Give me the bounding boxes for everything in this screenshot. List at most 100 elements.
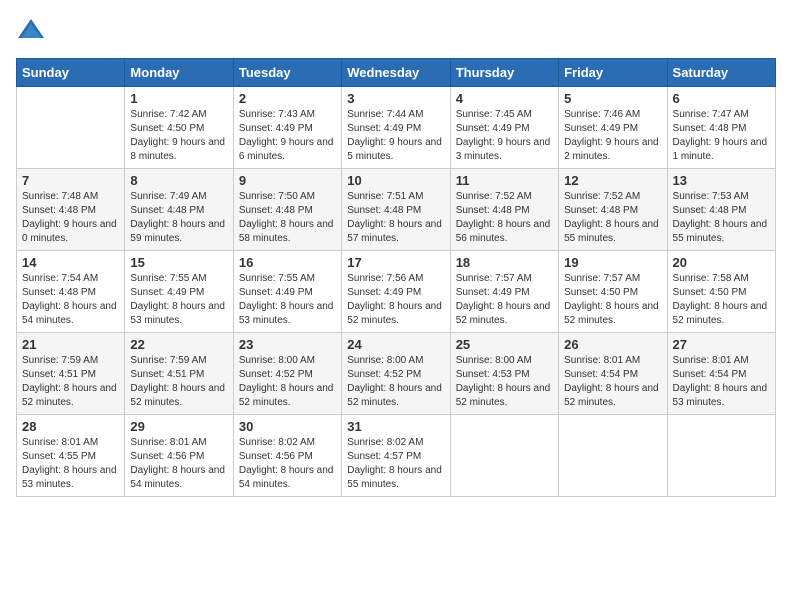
calendar-cell: 20 Sunrise: 7:58 AMSunset: 4:50 PMDayligh… <box>667 251 775 333</box>
calendar-week-2: 14 Sunrise: 7:54 AMSunset: 4:48 PMDayligh… <box>17 251 776 333</box>
day-number: 22 <box>130 337 227 352</box>
calendar-cell: 12 Sunrise: 7:52 AMSunset: 4:48 PMDayligh… <box>559 169 667 251</box>
day-info: Sunrise: 8:02 AMSunset: 4:57 PMDaylight:… <box>347 436 444 492</box>
day-info: Sunrise: 7:47 AMSunset: 4:48 PMDaylight:… <box>673 108 770 164</box>
logo-icon <box>16 16 46 46</box>
day-info: Sunrise: 7:44 AMSunset: 4:49 PMDaylight:… <box>347 108 444 164</box>
calendar-cell: 11 Sunrise: 7:52 AMSunset: 4:48 PMDayligh… <box>450 169 558 251</box>
day-number: 30 <box>239 419 336 434</box>
day-info: Sunrise: 8:01 AMSunset: 4:56 PMDaylight:… <box>130 436 227 492</box>
day-info: Sunrise: 7:53 AMSunset: 4:48 PMDaylight:… <box>673 190 770 246</box>
calendar-cell: 13 Sunrise: 7:53 AMSunset: 4:48 PMDayligh… <box>667 169 775 251</box>
day-number: 28 <box>22 419 119 434</box>
day-number: 5 <box>564 91 661 106</box>
calendar-cell: 25 Sunrise: 8:00 AMSunset: 4:53 PMDayligh… <box>450 333 558 415</box>
day-number: 17 <box>347 255 444 270</box>
calendar-cell: 27 Sunrise: 8:01 AMSunset: 4:54 PMDayligh… <box>667 333 775 415</box>
day-info: Sunrise: 7:52 AMSunset: 4:48 PMDaylight:… <box>564 190 661 246</box>
day-number: 12 <box>564 173 661 188</box>
calendar-cell: 16Sunrise: 7:55 AMSunset: 4:49 PMDayligh… <box>233 251 341 333</box>
day-number: 14 <box>22 255 119 270</box>
day-info: Sunrise: 7:58 AMSunset: 4:50 PMDaylight:… <box>673 272 770 328</box>
day-number: 29 <box>130 419 227 434</box>
calendar-cell: 3 Sunrise: 7:44 AMSunset: 4:49 PMDaylight… <box>342 87 450 169</box>
day-info: Sunrise: 8:01 AMSunset: 4:55 PMDaylight:… <box>22 436 119 492</box>
day-info: Sunrise: 7:54 AMSunset: 4:48 PMDaylight:… <box>22 272 119 328</box>
calendar-cell: 29 Sunrise: 8:01 AMSunset: 4:56 PMDayligh… <box>125 415 233 497</box>
day-info: Sunrise: 8:00 AMSunset: 4:52 PMDaylight:… <box>347 354 444 410</box>
page-header <box>16 16 776 46</box>
day-number: 11 <box>456 173 553 188</box>
day-number: 2 <box>239 91 336 106</box>
calendar-cell <box>559 415 667 497</box>
day-number: 7 <box>22 173 119 188</box>
calendar-cell: 6Sunrise: 7:47 AMSunset: 4:48 PMDaylight… <box>667 87 775 169</box>
day-number: 24 <box>347 337 444 352</box>
day-info: Sunrise: 7:57 AMSunset: 4:49 PMDaylight:… <box>456 272 553 328</box>
calendar-cell: 8 Sunrise: 7:49 AMSunset: 4:48 PMDaylight… <box>125 169 233 251</box>
calendar-cell: 28 Sunrise: 8:01 AMSunset: 4:55 PMDayligh… <box>17 415 125 497</box>
day-info: Sunrise: 7:48 AMSunset: 4:48 PMDaylight:… <box>22 190 119 246</box>
header-day-wednesday: Wednesday <box>342 59 450 87</box>
day-number: 20 <box>673 255 770 270</box>
day-info: Sunrise: 7:49 AMSunset: 4:48 PMDaylight:… <box>130 190 227 246</box>
day-info: Sunrise: 7:59 AMSunset: 4:51 PMDaylight:… <box>130 354 227 410</box>
day-info: Sunrise: 7:59 AMSunset: 4:51 PMDaylight:… <box>22 354 119 410</box>
day-info: Sunrise: 8:02 AMSunset: 4:56 PMDaylight:… <box>239 436 336 492</box>
calendar-cell: 30 Sunrise: 8:02 AMSunset: 4:56 PMDayligh… <box>233 415 341 497</box>
day-number: 25 <box>456 337 553 352</box>
day-info: Sunrise: 7:52 AMSunset: 4:48 PMDaylight:… <box>456 190 553 246</box>
calendar-week-1: 7 Sunrise: 7:48 AMSunset: 4:48 PMDaylight… <box>17 169 776 251</box>
day-info: Sunrise: 8:00 AMSunset: 4:53 PMDaylight:… <box>456 354 553 410</box>
day-number: 26 <box>564 337 661 352</box>
calendar-cell: 22 Sunrise: 7:59 AMSunset: 4:51 PMDayligh… <box>125 333 233 415</box>
day-number: 3 <box>347 91 444 106</box>
day-info: Sunrise: 8:01 AMSunset: 4:54 PMDaylight:… <box>673 354 770 410</box>
day-number: 15 <box>130 255 227 270</box>
calendar-cell: 23Sunrise: 8:00 AMSunset: 4:52 PMDayligh… <box>233 333 341 415</box>
calendar-cell <box>450 415 558 497</box>
calendar-table: SundayMondayTuesdayWednesdayThursdayFrid… <box>16 58 776 497</box>
calendar-cell: 2Sunrise: 7:43 AMSunset: 4:49 PMDaylight… <box>233 87 341 169</box>
day-number: 18 <box>456 255 553 270</box>
day-number: 31 <box>347 419 444 434</box>
day-number: 27 <box>673 337 770 352</box>
day-number: 4 <box>456 91 553 106</box>
day-number: 9 <box>239 173 336 188</box>
day-info: Sunrise: 7:57 AMSunset: 4:50 PMDaylight:… <box>564 272 661 328</box>
calendar-cell: 15 Sunrise: 7:55 AMSunset: 4:49 PMDayligh… <box>125 251 233 333</box>
day-number: 8 <box>130 173 227 188</box>
day-number: 19 <box>564 255 661 270</box>
calendar-week-4: 28 Sunrise: 8:01 AMSunset: 4:55 PMDayligh… <box>17 415 776 497</box>
day-info: Sunrise: 7:45 AMSunset: 4:49 PMDaylight:… <box>456 108 553 164</box>
calendar-cell <box>667 415 775 497</box>
day-number: 23 <box>239 337 336 352</box>
calendar-cell: 4 Sunrise: 7:45 AMSunset: 4:49 PMDaylight… <box>450 87 558 169</box>
calendar-cell: 26 Sunrise: 8:01 AMSunset: 4:54 PMDayligh… <box>559 333 667 415</box>
calendar-cell: 9Sunrise: 7:50 AMSunset: 4:48 PMDaylight… <box>233 169 341 251</box>
day-number: 1 <box>130 91 227 106</box>
calendar-cell: 5 Sunrise: 7:46 AMSunset: 4:49 PMDaylight… <box>559 87 667 169</box>
calendar-cell: 21Sunrise: 7:59 AMSunset: 4:51 PMDayligh… <box>17 333 125 415</box>
calendar-cell: 1 Sunrise: 7:42 AMSunset: 4:50 PMDaylight… <box>125 87 233 169</box>
day-number: 13 <box>673 173 770 188</box>
calendar-cell: 18 Sunrise: 7:57 AMSunset: 4:49 PMDayligh… <box>450 251 558 333</box>
calendar-cell: 24 Sunrise: 8:00 AMSunset: 4:52 PMDayligh… <box>342 333 450 415</box>
header-day-tuesday: Tuesday <box>233 59 341 87</box>
header-day-thursday: Thursday <box>450 59 558 87</box>
day-info: Sunrise: 7:46 AMSunset: 4:49 PMDaylight:… <box>564 108 661 164</box>
day-info: Sunrise: 7:42 AMSunset: 4:50 PMDaylight:… <box>130 108 227 164</box>
day-info: Sunrise: 7:51 AMSunset: 4:48 PMDaylight:… <box>347 190 444 246</box>
header-day-friday: Friday <box>559 59 667 87</box>
header-day-saturday: Saturday <box>667 59 775 87</box>
calendar-week-0: 1 Sunrise: 7:42 AMSunset: 4:50 PMDaylight… <box>17 87 776 169</box>
calendar-week-3: 21Sunrise: 7:59 AMSunset: 4:51 PMDayligh… <box>17 333 776 415</box>
day-info: Sunrise: 8:01 AMSunset: 4:54 PMDaylight:… <box>564 354 661 410</box>
calendar-cell: 17Sunrise: 7:56 AMSunset: 4:49 PMDayligh… <box>342 251 450 333</box>
day-number: 10 <box>347 173 444 188</box>
calendar-cell <box>17 87 125 169</box>
day-info: Sunrise: 7:55 AMSunset: 4:49 PMDaylight:… <box>130 272 227 328</box>
calendar-cell: 14 Sunrise: 7:54 AMSunset: 4:48 PMDayligh… <box>17 251 125 333</box>
calendar-cell: 10 Sunrise: 7:51 AMSunset: 4:48 PMDayligh… <box>342 169 450 251</box>
calendar-cell: 31 Sunrise: 8:02 AMSunset: 4:57 PMDayligh… <box>342 415 450 497</box>
